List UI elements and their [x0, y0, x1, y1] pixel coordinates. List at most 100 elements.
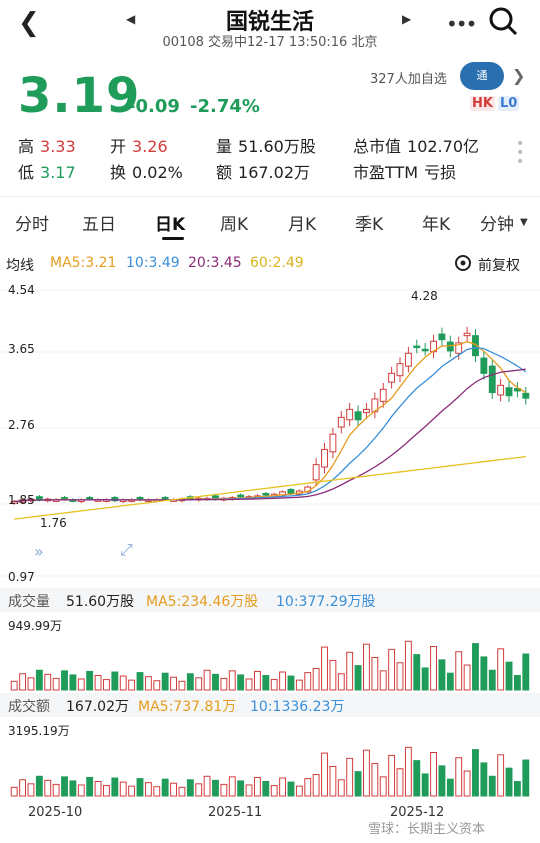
amount-bar	[253, 776, 261, 797]
amount-bar	[480, 762, 488, 797]
amount-bar	[497, 754, 505, 797]
volume-bar	[86, 670, 94, 691]
fast-forward-icon[interactable]: »	[34, 542, 44, 561]
date-label-nov: 2025-11	[208, 805, 263, 820]
volume-bar	[44, 673, 52, 691]
volume-bar	[161, 672, 169, 691]
volume-bar	[497, 648, 505, 691]
volume-bar	[128, 679, 136, 691]
volume-bar	[35, 669, 43, 691]
volume-bar	[103, 679, 110, 691]
amount-bar	[513, 781, 521, 797]
volume-bar	[279, 671, 287, 691]
price-axis-mid2: 2.76	[8, 418, 35, 432]
amount-bar	[119, 781, 127, 797]
amount-bar	[69, 780, 77, 797]
volume-bar	[220, 677, 228, 691]
candle-body	[463, 332, 471, 337]
amount-bar	[103, 785, 110, 797]
candle-body	[421, 348, 429, 352]
amount-axis-max: 3195.19万	[8, 724, 70, 738]
amount-bar	[421, 773, 429, 797]
candle-body	[497, 384, 505, 396]
volume-bar	[446, 672, 454, 691]
candle-body	[161, 496, 169, 500]
candle-body	[86, 496, 94, 500]
price-axis-top: 4.54	[8, 283, 35, 297]
amount-bar	[52, 783, 60, 797]
volume-bar	[61, 670, 68, 691]
amount-bar	[237, 780, 245, 797]
volume-bar	[513, 675, 521, 691]
volume-bar	[10, 680, 18, 691]
volume-bar	[304, 672, 312, 691]
candle-body	[404, 352, 412, 367]
volume-bar	[94, 675, 102, 691]
amount-bar	[128, 785, 136, 797]
amount-bar	[270, 785, 278, 797]
amount-bar	[446, 778, 454, 797]
amount-ma5: MA5:737.81万	[138, 699, 237, 715]
volume-bar	[270, 679, 278, 691]
volume-bar	[295, 679, 303, 691]
ma20-line	[14, 368, 526, 503]
amount-bar	[413, 760, 421, 797]
amount-label: 成交额	[8, 699, 50, 715]
amount-bar	[161, 778, 169, 797]
amount-bar	[438, 765, 446, 797]
candle-body	[237, 494, 245, 498]
amount-bar	[321, 752, 328, 797]
candle-body	[505, 387, 513, 397]
volume-label: 成交量	[8, 594, 50, 610]
candle-body	[480, 357, 488, 374]
volume-bar	[144, 676, 152, 691]
amount-bar	[346, 757, 354, 797]
candle-body	[388, 372, 396, 383]
amount-bar	[337, 779, 345, 797]
amount-bar	[354, 771, 362, 797]
volume-bar	[111, 671, 119, 691]
volume-bar	[472, 643, 479, 691]
amount-bar	[178, 786, 186, 797]
amount-bar	[136, 778, 144, 797]
volume-bar	[396, 662, 404, 691]
volume-bar	[237, 674, 245, 691]
candle-body	[346, 408, 354, 421]
volume-bar	[178, 680, 186, 691]
min-price-label: 1.76	[40, 516, 67, 530]
amount-bar	[505, 767, 513, 797]
fullscreen-icon[interactable]: ⤢	[120, 540, 133, 560]
amount-bar	[463, 770, 471, 797]
amount-bar	[228, 776, 236, 797]
volume-bar	[77, 678, 85, 691]
candle-body	[488, 365, 496, 394]
amount-value: 167.02万	[66, 699, 129, 715]
volume-bar	[505, 661, 513, 691]
amount-bar	[287, 781, 295, 797]
volume-bar	[480, 656, 488, 691]
amount-bar	[61, 776, 68, 797]
volume-bar	[388, 648, 396, 691]
amount-bar	[488, 775, 496, 797]
price-axis-low-mark: 1.85	[8, 493, 35, 507]
max-price-label: 4.28	[411, 289, 438, 303]
volume-bar	[312, 668, 320, 691]
volume-bar	[195, 677, 203, 691]
volume-bar	[413, 654, 421, 691]
candle-body	[337, 416, 345, 428]
volume-axis-max: 949.99万	[8, 619, 62, 633]
candle-body	[396, 363, 404, 377]
price-axis-mid1: 3.65	[8, 342, 35, 356]
volume-bar	[136, 672, 144, 691]
amount-bar	[522, 759, 530, 797]
amount-bar	[388, 754, 396, 797]
volume-bar	[119, 675, 127, 691]
volume-bar	[153, 680, 161, 691]
amount-bar	[396, 768, 404, 797]
date-label-oct: 2025-10	[28, 805, 83, 820]
candle-body	[413, 345, 421, 349]
candle-body	[329, 433, 337, 453]
volume-bar	[379, 670, 387, 691]
volume-bar	[329, 659, 337, 691]
amount-bar	[170, 782, 177, 797]
